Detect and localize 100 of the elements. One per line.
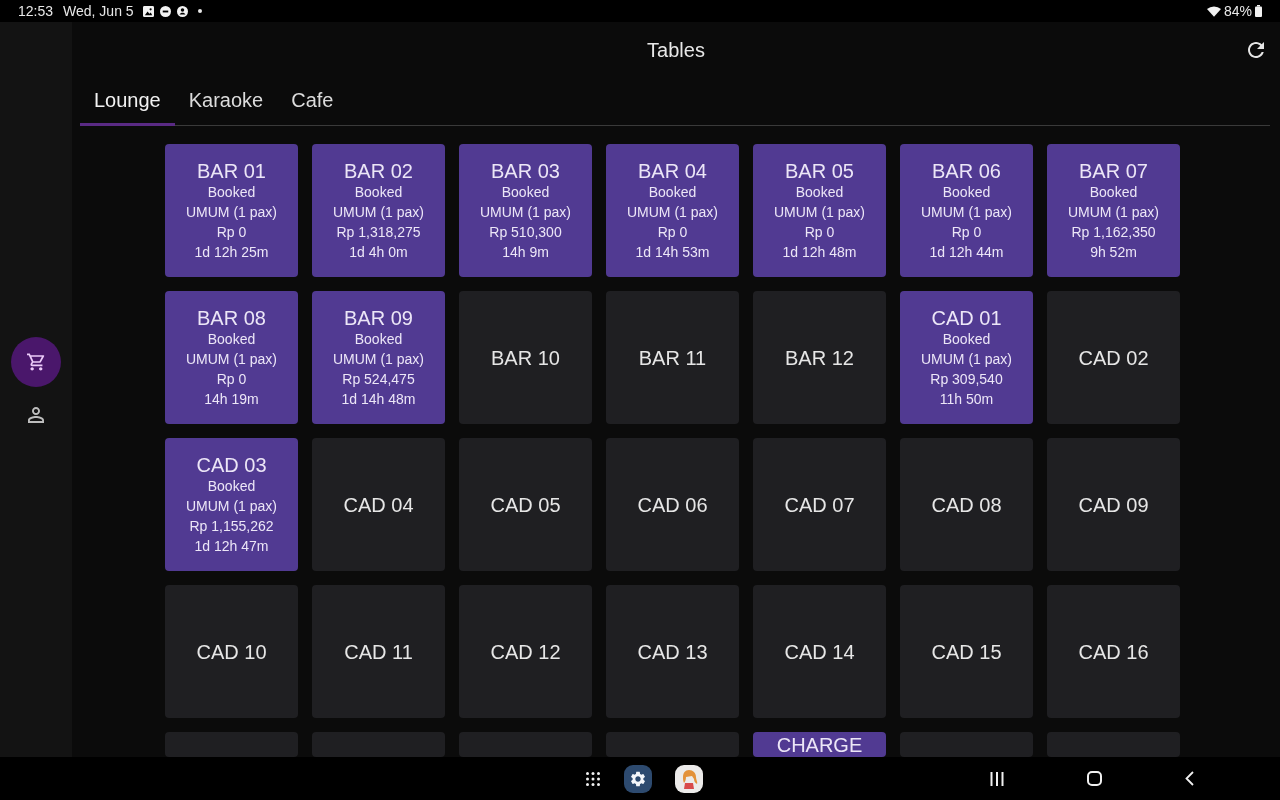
recent-apps-icon[interactable] xyxy=(990,771,1004,786)
table-card[interactable]: CAD 04 xyxy=(312,438,445,571)
table-card[interactable]: BAR 01 Booked UMUM (1 pax) Rp 0 1d 12h 25m xyxy=(165,144,298,277)
table-card[interactable]: BAR 02 Booked UMUM (1 pax) Rp 1,318,275 1d 4h 0m xyxy=(312,144,445,277)
table-card[interactable]: CAD 15 xyxy=(900,585,1033,718)
table-name: BAR 02 xyxy=(344,159,413,182)
guest-info: UMUM (1 pax) xyxy=(1068,202,1159,222)
table-card[interactable]: BAR 06 Booked UMUM (1 pax) Rp 0 1d 12h 44m xyxy=(900,144,1033,277)
booking-status: Booked xyxy=(207,476,256,496)
table-name: BAR 07 xyxy=(1079,159,1148,182)
guest-info: UMUM (1 pax) xyxy=(921,202,1012,222)
cart-button[interactable] xyxy=(11,337,61,387)
table-card[interactable]: CAD 01 Booked UMUM (1 pax) Rp 309,540 11h 50m xyxy=(900,291,1033,424)
table-name: CAD 05 xyxy=(490,493,561,516)
table-card[interactable]: CAD 16 xyxy=(1047,585,1180,718)
elapsed-time: 1d 4h 0m xyxy=(349,242,408,262)
app-icon[interactable] xyxy=(675,764,703,793)
table-card[interactable]: BAR 07 Booked UMUM (1 pax) Rp 1,162,350 9h 52m xyxy=(1047,144,1180,277)
bill-amount: Rp 510,300 xyxy=(489,222,562,242)
bill-amount: Rp 0 xyxy=(804,222,835,242)
table-card[interactable]: CAD 06 xyxy=(606,438,739,571)
table-card[interactable]: CAD 13 xyxy=(606,585,739,718)
table-name: CAD 06 xyxy=(637,493,708,516)
person-icon xyxy=(28,407,44,423)
table-name: CAD 03 xyxy=(196,453,267,476)
table-card[interactable]: BAR 11 xyxy=(606,291,739,424)
table-card[interactable]: CAD 11 xyxy=(312,585,445,718)
bill-amount: Rp 0 xyxy=(951,222,982,242)
do-not-disturb-icon xyxy=(159,5,171,17)
elapsed-time: 1d 12h 48m xyxy=(782,242,857,262)
booking-status: Booked xyxy=(942,182,991,202)
table-name: CAD 11 xyxy=(344,640,413,663)
guest-info: UMUM (1 pax) xyxy=(921,349,1012,369)
elapsed-time: 11h 50m xyxy=(939,389,994,409)
table-name: CAD 10 xyxy=(196,640,267,663)
guest-info: UMUM (1 pax) xyxy=(480,202,571,222)
refresh-icon[interactable] xyxy=(1248,42,1264,58)
table-name: BAR 11 xyxy=(638,346,707,369)
guest-info: UMUM (1 pax) xyxy=(186,202,277,222)
home-icon[interactable] xyxy=(1087,771,1102,786)
bill-amount: Rp 309,540 xyxy=(930,369,1003,389)
table-name: BAR 12 xyxy=(785,346,854,369)
date: Wed, Jun 5 xyxy=(63,3,134,19)
table-name: BAR 03 xyxy=(491,159,560,182)
bill-amount: Rp 0 xyxy=(657,222,688,242)
table-card[interactable]: CAD 10 xyxy=(165,585,298,718)
booking-status: Booked xyxy=(648,182,697,202)
clock: 12:53 xyxy=(18,3,54,19)
table-card[interactable]: CAD 14 xyxy=(753,585,886,718)
table-card[interactable]: BAR 08 Booked UMUM (1 pax) Rp 0 14h 19m xyxy=(165,291,298,424)
table-name: CAD 12 xyxy=(490,640,561,663)
table-card[interactable]: BAR 10 xyxy=(459,291,592,424)
tab[interactable]: Lounge xyxy=(80,78,175,126)
tab[interactable]: Karaoke xyxy=(174,78,278,126)
elapsed-time: 9h 52m xyxy=(1090,242,1137,262)
booking-status: Booked xyxy=(501,182,550,202)
table-card[interactable]: CAD 03 Booked UMUM (1 pax) Rp 1,155,262 1d 12h 47m xyxy=(165,438,298,571)
table-name: CAD 08 xyxy=(931,493,1002,516)
back-icon[interactable] xyxy=(1185,771,1194,786)
image-icon xyxy=(142,5,154,17)
booking-status: Booked xyxy=(207,329,256,349)
battery-icon xyxy=(1255,5,1262,17)
table-card[interactable]: BAR 03 Booked UMUM (1 pax) Rp 510,300 14h 9m xyxy=(459,144,592,277)
table-card[interactable]: BAR 09 Booked UMUM (1 pax) Rp 524,475 1d 14h 48m xyxy=(312,291,445,424)
table-name: BAR 05 xyxy=(785,159,854,182)
table-name: CHARGE xyxy=(776,733,863,756)
settings-icon[interactable] xyxy=(624,764,652,793)
table-card[interactable]: BAR 04 Booked UMUM (1 pax) Rp 0 1d 14h 53m xyxy=(606,144,739,277)
apps-grid-icon[interactable] xyxy=(586,771,600,786)
guest-info: UMUM (1 pax) xyxy=(186,349,277,369)
dot-icon xyxy=(197,9,202,13)
booking-status: Booked xyxy=(354,182,403,202)
bill-amount: Rp 0 xyxy=(216,369,247,389)
table-name: CAD 04 xyxy=(343,493,414,516)
table-card[interactable]: CAD 05 xyxy=(459,438,592,571)
table-name: CAD 15 xyxy=(931,640,1002,663)
guest-info: UMUM (1 pax) xyxy=(774,202,865,222)
table-card[interactable]: CAD 09 xyxy=(1047,438,1180,571)
bill-amount: Rp 1,318,275 xyxy=(336,222,421,242)
table-card[interactable]: BAR 05 Booked UMUM (1 pax) Rp 0 1d 12h 48m xyxy=(753,144,886,277)
booking-status: Booked xyxy=(354,329,403,349)
tab[interactable]: Cafe xyxy=(277,78,348,126)
table-name: BAR 01 xyxy=(197,159,266,182)
profile-button[interactable] xyxy=(28,407,44,423)
table-card[interactable]: CAD 02 xyxy=(1047,291,1180,424)
table-name: BAR 10 xyxy=(491,346,560,369)
booking-status: Booked xyxy=(942,329,991,349)
table-card[interactable]: BAR 12 xyxy=(753,291,886,424)
table-name: CAD 13 xyxy=(637,640,708,663)
table-card[interactable]: CAD 12 xyxy=(459,585,592,718)
booking-status: Booked xyxy=(795,182,844,202)
elapsed-time: 1d 14h 48m xyxy=(341,389,416,409)
elapsed-time: 14h 9m xyxy=(502,242,549,262)
table-name: BAR 06 xyxy=(932,159,1001,182)
table-card[interactable]: CHARGE xyxy=(753,732,886,757)
table-name: CAD 01 xyxy=(931,306,1002,329)
table-card[interactable]: CAD 08 xyxy=(900,438,1033,571)
bill-amount: Rp 1,162,350 xyxy=(1071,222,1156,242)
table-card[interactable]: CAD 07 xyxy=(753,438,886,571)
wifi-icon xyxy=(1206,5,1221,17)
